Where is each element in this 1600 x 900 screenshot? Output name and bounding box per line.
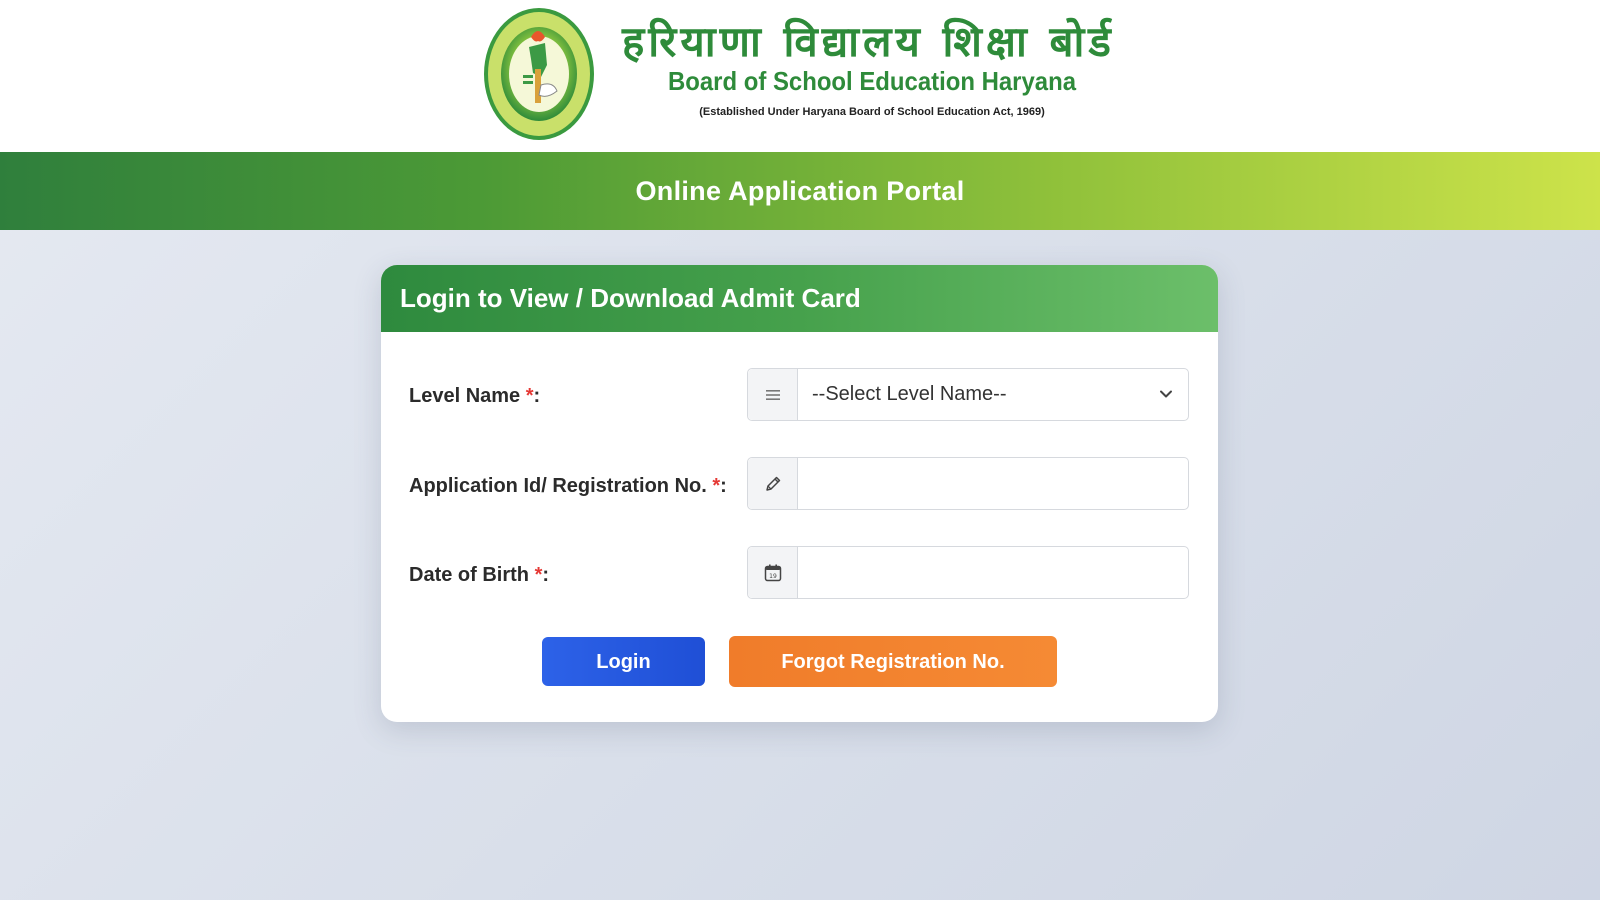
login-card-title: Login to View / Download Admit Card: [400, 283, 861, 313]
application-id-input[interactable]: [798, 458, 1188, 509]
board-title-hindi: हरियाणा विद्यालय शिक्षा बोर्ड: [622, 17, 1115, 66]
board-subtitle: (Established Under Haryana Board of Scho…: [699, 106, 1045, 118]
pencil-icon: [748, 458, 798, 509]
dob-label: Date of Birth *:: [409, 564, 550, 586]
level-name-select[interactable]: --Select Level Name--: [747, 368, 1189, 421]
portal-banner: Online Application Portal: [0, 152, 1600, 230]
portal-title: Online Application Portal: [635, 176, 965, 206]
login-card-header: Login to View / Download Admit Card: [381, 265, 1218, 332]
dob-group: 19: [747, 546, 1189, 599]
login-button[interactable]: Login: [542, 637, 705, 686]
calendar-icon[interactable]: 19: [748, 547, 798, 598]
chevron-down-icon: [1158, 386, 1174, 402]
level-name-selected: --Select Level Name--: [812, 383, 1007, 405]
list-icon: [748, 369, 798, 420]
svg-text:19: 19: [769, 573, 777, 580]
dob-input[interactable]: [798, 547, 1188, 598]
site-header: हरियाणा विद्यालय शिक्षा बोर्ड Board of S…: [0, 0, 1600, 152]
application-id-group: [747, 457, 1189, 510]
login-card: Login to View / Download Admit Card Leve…: [381, 265, 1218, 722]
forgot-registration-button[interactable]: Forgot Registration No.: [729, 636, 1057, 687]
required-mark: *: [712, 475, 721, 497]
bseh-emblem-icon: [483, 7, 595, 141]
board-title-english: Board of School Education Haryana: [667, 66, 1077, 96]
level-name-label: Level Name *:: [409, 385, 541, 407]
required-mark: *: [525, 385, 534, 407]
application-id-label: Application Id/ Registration No. *:: [409, 475, 727, 497]
